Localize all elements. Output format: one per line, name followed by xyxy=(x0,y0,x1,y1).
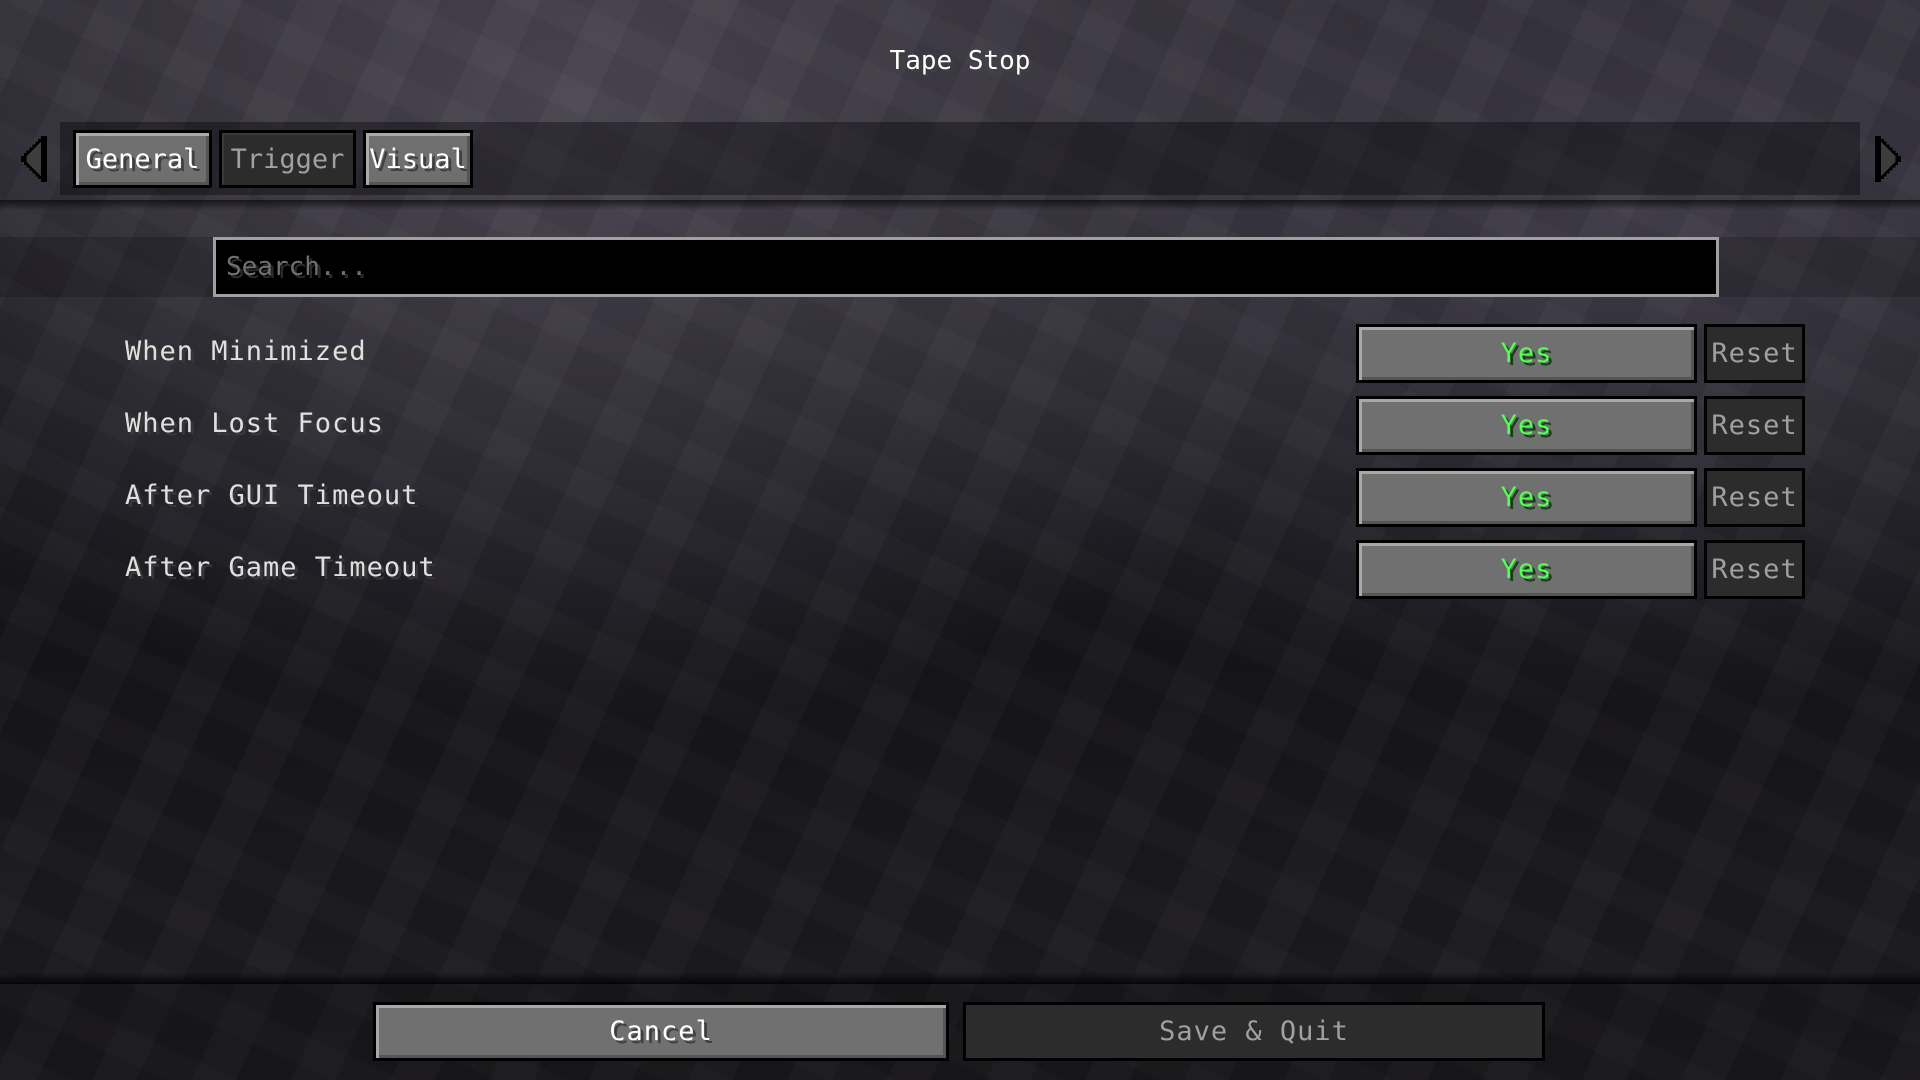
tab-scroll-left-button[interactable] xyxy=(12,133,50,185)
reset-label: Reset xyxy=(1711,482,1798,513)
tab-visual-label: Visual xyxy=(369,143,467,175)
option-value: Yes xyxy=(1500,410,1553,441)
option-toggle-after-gui-timeout[interactable]: Yes xyxy=(1356,468,1697,527)
reset-label: Reset xyxy=(1711,410,1798,441)
reset-label: Reset xyxy=(1711,338,1798,369)
cancel-button[interactable]: Cancel xyxy=(373,1002,949,1061)
option-value: Yes xyxy=(1500,338,1553,369)
save-and-quit-button[interactable]: Save & Quit xyxy=(963,1002,1545,1061)
arrow-right-icon xyxy=(1875,135,1902,183)
search-input[interactable] xyxy=(213,237,1719,297)
tab-trigger-label: Trigger xyxy=(230,143,345,175)
tab-trigger[interactable]: Trigger xyxy=(219,130,356,188)
tab-general-label: General xyxy=(85,143,200,175)
arrow-left-icon xyxy=(20,135,47,183)
option-value: Yes xyxy=(1500,554,1553,585)
option-toggle-when-minimized[interactable]: Yes xyxy=(1356,324,1697,383)
option-label-after-gui-timeout: After GUI Timeout xyxy=(125,480,419,511)
footer-bar xyxy=(0,983,1920,1080)
reset-label: Reset xyxy=(1711,554,1798,585)
tab-visual[interactable]: Visual xyxy=(363,130,473,188)
option-reset-after-game-timeout[interactable]: Reset xyxy=(1704,540,1805,599)
save-label: Save & Quit xyxy=(1159,1016,1349,1047)
option-toggle-after-game-timeout[interactable]: Yes xyxy=(1356,540,1697,599)
option-value: Yes xyxy=(1500,482,1553,513)
header-divider xyxy=(0,200,1920,210)
screen-title: Tape Stop xyxy=(889,46,1031,76)
option-reset-when-lost-focus[interactable]: Reset xyxy=(1704,396,1805,455)
tab-general[interactable]: General xyxy=(73,130,212,188)
tab-scroll-right-button[interactable] xyxy=(1872,133,1910,185)
option-label-when-minimized: When Minimized xyxy=(125,336,367,367)
option-toggle-when-lost-focus[interactable]: Yes xyxy=(1356,396,1697,455)
option-reset-when-minimized[interactable]: Reset xyxy=(1704,324,1805,383)
option-label-after-game-timeout: After Game Timeout xyxy=(125,552,436,583)
option-label-when-lost-focus: When Lost Focus xyxy=(125,408,384,439)
option-reset-after-gui-timeout[interactable]: Reset xyxy=(1704,468,1805,527)
cancel-label: Cancel xyxy=(609,1016,713,1047)
